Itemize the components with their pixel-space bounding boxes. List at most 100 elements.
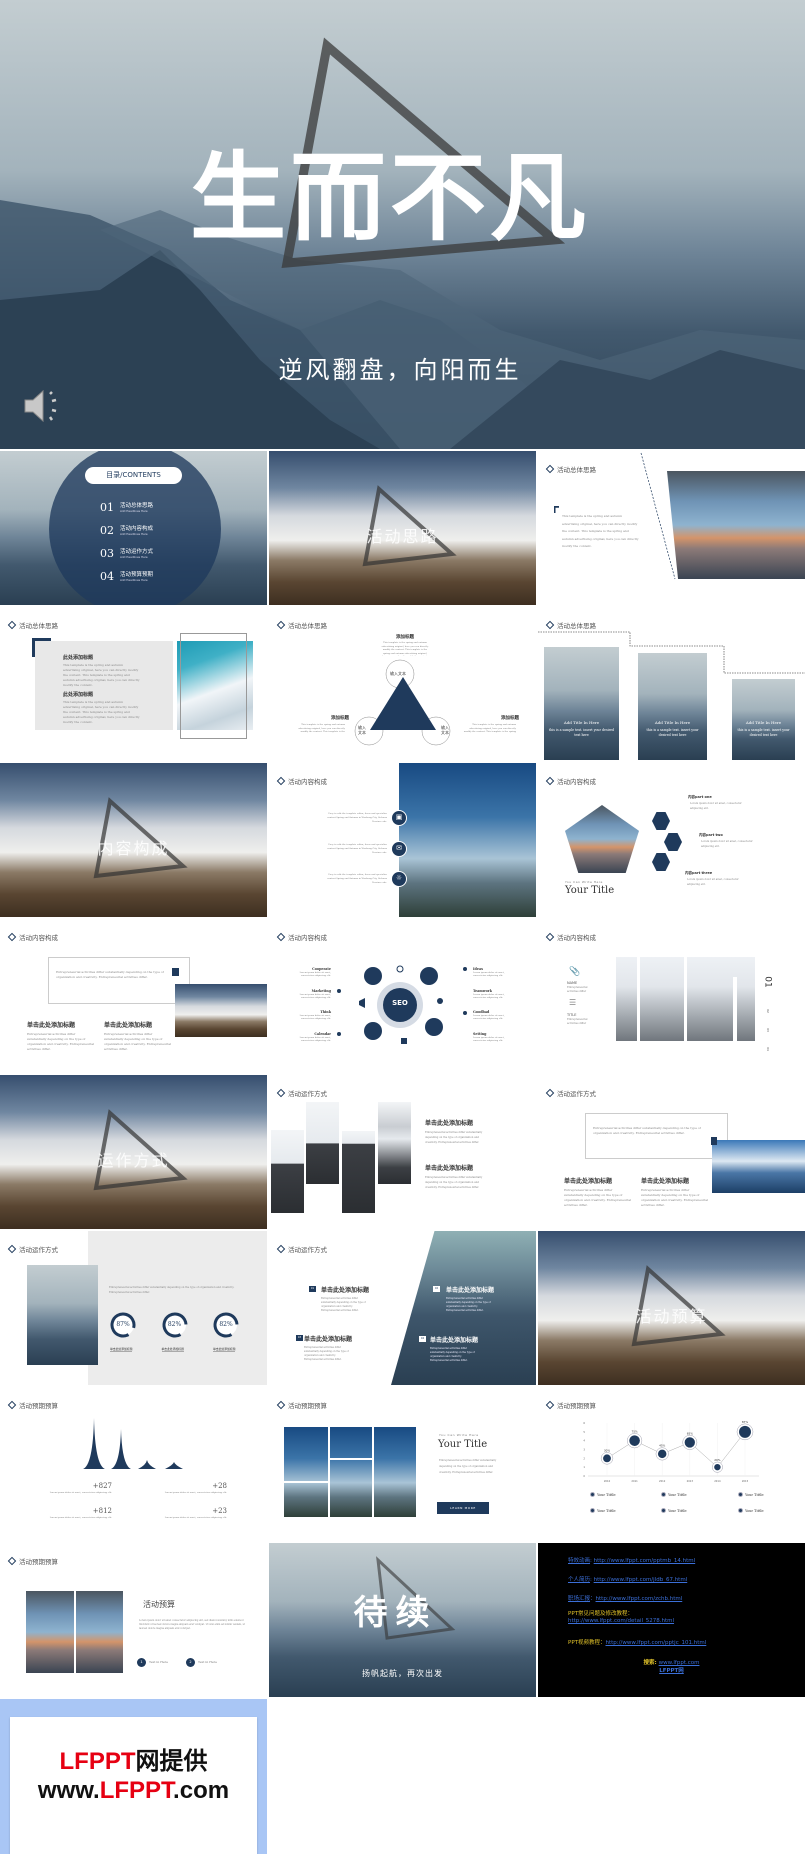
- contents-item-title[interactable]: 活动运作方式: [120, 547, 153, 555]
- card-title: Add Title In Here: [654, 720, 691, 725]
- diamond-icon: [7, 620, 17, 630]
- slide-cover-3[interactable]: 运作方式: [0, 1075, 267, 1229]
- name-label: NAME: [567, 981, 578, 985]
- search-row: 搜索: www.lfppt.com: [538, 1658, 805, 1666]
- head-icon: [437, 998, 443, 1004]
- slide-content-5[interactable]: 活动内容构成 📎 NAME Entrepreneurial activities…: [538, 919, 805, 1073]
- mist-image: [27, 1265, 98, 1365]
- pentagon-image: [565, 805, 639, 873]
- legend-marker-icon: [738, 1508, 743, 1513]
- slide-content-4[interactable]: 活动内容构成 SEO Cooperate Lorem ipsum dolor s…: [269, 919, 536, 1073]
- slide-cover-2[interactable]: 内容构成: [0, 763, 267, 917]
- text-right: This template is the spring and autumn a…: [463, 723, 516, 734]
- chat-icon: [364, 1022, 382, 1040]
- slide-operation-2[interactable]: 活动运作方式 Entrepreneurial activities differ…: [538, 1075, 805, 1229]
- slide-content-1[interactable]: 活动内容构成 Easy to edit the template editor,…: [269, 763, 536, 917]
- slide-overall-2[interactable]: 活动总体思路 此处添加标题 This template is the sprin…: [0, 607, 267, 761]
- diamond-icon: [545, 776, 555, 786]
- continued-title: 待续: [353, 1593, 438, 1633]
- slide-operation-3[interactable]: 活动运作方式 Entrepreneurial activities differ…: [0, 1231, 267, 1385]
- number-badge: 01: [309, 1286, 316, 1292]
- data-label: 20%: [714, 1458, 721, 1462]
- data-point: [603, 1454, 611, 1463]
- click-title: 单击此处添加标题: [304, 1336, 353, 1343]
- team-icon: [420, 967, 438, 985]
- box-text: Entrepreneurial activities differ substa…: [593, 1126, 701, 1135]
- label-right: 添加标题: [501, 716, 519, 721]
- slide-budget-4[interactable]: 活动预期预算 活动预算 Lorem ipsum dolor sit amet c…: [0, 1543, 267, 1697]
- grid-image: [284, 1427, 416, 1517]
- feature-icon: ▣: [391, 810, 407, 826]
- contents-item-title[interactable]: 活动总体思路: [120, 501, 153, 509]
- slide-cover-1[interactable]: 活动思路: [269, 451, 536, 605]
- legend-item: Your Tittle: [661, 1508, 687, 1513]
- slide-budget-1[interactable]: 活动预期预算 +827 Lorem ipsum dolor sit amet, …: [0, 1387, 267, 1541]
- slide-cover-4[interactable]: 活动预算: [538, 1231, 805, 1385]
- slide-operation-1[interactable]: 活动运作方式 单击此处添加标题 Entrepreneurial activiti…: [269, 1075, 536, 1229]
- ring-value: 82%: [167, 1321, 182, 1328]
- body-text: Entrepreneurial activities differ substa…: [564, 1188, 632, 1207]
- label-top: 添加标题: [396, 635, 414, 640]
- link-url[interactable]: http://www.lfppt.com/zchb.html: [596, 1596, 683, 1602]
- budget-title: 活动预算: [143, 1600, 175, 1609]
- ring-label: 单击此处添加标题: [110, 1347, 133, 1352]
- step-text: Text in Here: [198, 1660, 217, 1664]
- slide-content-3[interactable]: 活动内容构成 Entrepreneurial activities differ…: [0, 919, 267, 1073]
- panel-title: 此处添加标题: [63, 692, 94, 698]
- bulb-icon: [396, 965, 404, 973]
- learn-more-button[interactable]: LEARN MORE: [437, 1502, 489, 1514]
- data-label: 75%: [631, 1429, 638, 1433]
- card-title: Add Title In Here: [563, 720, 600, 725]
- contents-pill: 目录/CONTENTS: [85, 467, 182, 484]
- stat-text: Lorem ipsum dolor sit amet, consectetur …: [164, 1516, 227, 1519]
- y-tick-label: 6: [583, 1421, 585, 1425]
- seo-right-text: Lorem ipsum dolor sit amet, consectetur …: [473, 1036, 505, 1043]
- slide-overall-1[interactable]: 活动总体思路 This template is the spring and a…: [538, 451, 805, 605]
- square-mark: [711, 1137, 717, 1145]
- faq-link[interactable]: http://www.lfppt.com/detail_5278.html: [568, 1618, 674, 1624]
- seo-right-text: Lorem ipsum dolor sit amet, consectetur …: [473, 1014, 505, 1021]
- diamond-icon: [7, 1556, 17, 1566]
- body-text: This template is the spring and autumn a…: [562, 514, 639, 548]
- body-text: Entrepreneurial activities differ substa…: [641, 1188, 709, 1207]
- slide-overall-4[interactable]: 活动总体思路 Add Title In Here this is a sampl…: [538, 607, 805, 761]
- part-text: Lorem ipsum dolor sit amet, consectetur …: [701, 840, 753, 848]
- video-link[interactable]: http://www.lfppt.com/pptjc_101.html: [606, 1640, 707, 1646]
- feature-icon: ✉: [391, 841, 407, 857]
- slide-overall-3[interactable]: 活动总体思路 输入文本 输入文本 输入文本 添加标题 This template…: [269, 607, 536, 761]
- link-url[interactable]: http://www.lfppt.com/pptmb_14.html: [594, 1558, 696, 1564]
- slide-to-be-continued[interactable]: 待续 扬帆起航，再次出发: [269, 1543, 536, 1697]
- cloud-image: [175, 984, 267, 1037]
- slide-contents[interactable]: 目录/CONTENTS 01 活动总体思路 Add Headlines Here…: [0, 451, 267, 605]
- stat-value: +827: [92, 1482, 112, 1490]
- slide-budget-3[interactable]: 活动预期预算 0 1 2 3 4 5 6 2010 2011 2012 2013 2014 2015 30…: [538, 1387, 805, 1541]
- seo-left-text: Lorem ipsum dolor sit amet, consectetur …: [299, 971, 331, 978]
- slide-content-2[interactable]: 活动内容构成 You Can Write Here Your Title 内容p…: [538, 763, 805, 917]
- image-strip: [733, 977, 737, 1041]
- slide-heading: 活动总体思路: [7, 620, 58, 630]
- contents-item-sub: Add Headlines Here: [120, 532, 148, 536]
- seo-right-text: Lorem ipsum dolor sit amet, consectetur …: [473, 993, 505, 1000]
- slide-operation-4[interactable]: 活动运作方式 01 单击此处添加标题 Entrepreneurial activ…: [269, 1231, 536, 1385]
- feature-text: Easy to edit the template editor, focus …: [327, 843, 387, 854]
- slide-links[interactable]: 特效动画: http://www.lfppt.com/pptmb_14.html…: [538, 1543, 805, 1697]
- title-label: TITLE: [567, 1013, 577, 1017]
- link-label[interactable]: 个人简历: [568, 1577, 590, 1583]
- peak-mark: [138, 1460, 156, 1469]
- link-url[interactable]: http://www.lfppt.com/jldb_67.html: [594, 1577, 688, 1583]
- resource-link-row: 职场汇报：http://www.lfppt.com/zchb.html: [568, 1596, 683, 1602]
- contents-number: 02: [100, 524, 114, 537]
- speaker-icon[interactable]: [23, 388, 63, 424]
- data-label: 87%: [742, 1420, 749, 1424]
- contents-item-title[interactable]: 活动预算预期: [120, 570, 153, 578]
- slide-heading: 活动内容构成: [545, 932, 596, 942]
- link-label[interactable]: 特效动画: [568, 1558, 590, 1564]
- grey-background: [88, 1231, 267, 1385]
- brand-link[interactable]: LFPPT网: [538, 1666, 805, 1674]
- sunset-peak-image: [667, 471, 805, 579]
- cover-title: 运作方式: [97, 1151, 170, 1170]
- legend-marker-icon: [661, 1492, 666, 1497]
- contents-item-title[interactable]: 活动内容构成: [120, 524, 153, 532]
- slide-budget-2[interactable]: 活动预期预算 You Can Write Here Your Title Ent…: [269, 1387, 536, 1541]
- link-label[interactable]: 职场汇报: [568, 1596, 590, 1602]
